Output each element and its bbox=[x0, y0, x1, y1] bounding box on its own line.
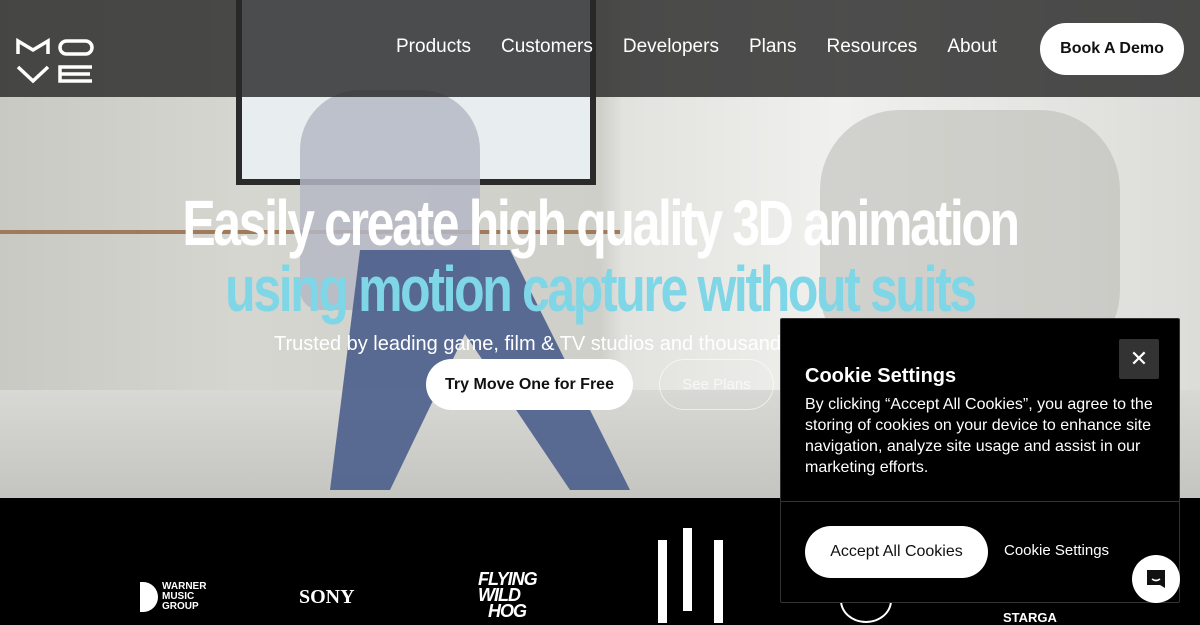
cookie-title: Cookie Settings bbox=[805, 365, 957, 387]
accept-all-cookies-button[interactable]: Accept All Cookies bbox=[805, 526, 988, 578]
divider bbox=[781, 501, 1179, 502]
hero-title-line1: Easily create high quality 3D animation bbox=[182, 187, 1020, 259]
warner-logo: WARNER MUSIC GROUP bbox=[140, 582, 206, 612]
nav-customers[interactable]: Customers bbox=[501, 36, 593, 58]
chat-launcher-button[interactable] bbox=[1132, 555, 1180, 603]
hero-title-line2: using motion capture without suits bbox=[225, 253, 977, 325]
book-demo-button[interactable]: Book A Demo bbox=[1040, 23, 1184, 75]
top-nav: Products Customers Developers Plans Reso… bbox=[0, 0, 1200, 97]
nav-developers[interactable]: Developers bbox=[623, 36, 719, 58]
cookie-body: By clicking “Accept All Cookies”, you ag… bbox=[805, 396, 1153, 476]
move-logo[interactable] bbox=[16, 38, 94, 84]
nav-resources[interactable]: Resources bbox=[826, 36, 917, 58]
sony-logo: SONY bbox=[299, 586, 355, 608]
chat-icon bbox=[1147, 570, 1165, 588]
cookie-settings-link[interactable]: Cookie Settings bbox=[1004, 542, 1109, 559]
nav-products[interactable]: Products bbox=[396, 36, 471, 58]
see-plans-button[interactable]: See Plans bbox=[659, 359, 774, 410]
close-icon[interactable]: ✕ bbox=[1119, 339, 1159, 379]
try-free-button[interactable]: Try Move One for Free bbox=[426, 359, 633, 410]
cookie-dialog: ✕ Cookie Settings By clicking “Accept Al… bbox=[780, 318, 1180, 603]
nav-plans[interactable]: Plans bbox=[749, 36, 797, 58]
bars-logo bbox=[658, 528, 724, 623]
nav-about[interactable]: About bbox=[947, 36, 997, 58]
hero-subtitle: Trusted by leading game, film & TV studi… bbox=[274, 333, 791, 355]
flying-wild-hog-logo: FLYING WILD HOG bbox=[478, 569, 538, 621]
